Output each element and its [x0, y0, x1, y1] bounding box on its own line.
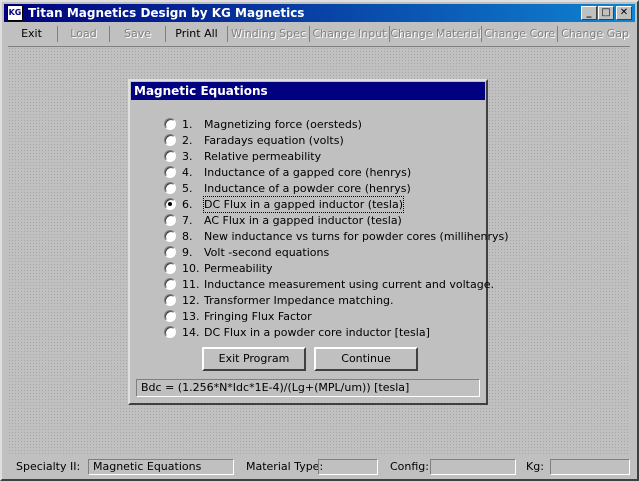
menu-save[interactable]: Save: [110, 26, 166, 42]
kg-label: Kg:: [526, 460, 544, 473]
option-number: 8.: [182, 230, 193, 243]
option-label: Faradays equation (volts): [204, 134, 344, 147]
magnetic-equations-dialog: Magnetic Equations 1. Magnetizing force …: [128, 79, 509, 405]
option-number: 4.: [182, 166, 193, 179]
material-type-field: [318, 459, 378, 475]
option-label: Permeability: [204, 262, 273, 275]
config-label: Config:: [390, 460, 429, 473]
minimize-button[interactable]: _: [581, 6, 597, 20]
radio-button-selected[interactable]: [164, 198, 176, 210]
option-number: 6.: [182, 198, 193, 211]
specialty-field: Magnetic Equations: [88, 459, 234, 475]
radio-button[interactable]: [164, 166, 176, 178]
option-5[interactable]: 5. Inductance of a powder core (henrys): [164, 181, 474, 196]
option-label: DC Flux in a powder core inductor [tesla…: [204, 326, 430, 339]
option-number: 2.: [182, 134, 193, 147]
title-bar[interactable]: KG Titan Magnetics Design by KG Magnetic…: [4, 4, 635, 22]
option-6[interactable]: 6. DC Flux in a gapped inductor (tesla): [164, 196, 474, 213]
specialty-label: Specialty II:: [16, 460, 81, 473]
radio-button[interactable]: [164, 150, 176, 162]
radio-button[interactable]: [164, 294, 176, 306]
option-8[interactable]: 8. New inductance vs turns for powder co…: [164, 229, 509, 244]
option-label: Relative permeability: [204, 150, 322, 163]
option-number: 7.: [182, 214, 193, 227]
app-icon[interactable]: KG: [7, 5, 23, 21]
option-label: Volt -second equations: [204, 246, 330, 259]
menu-bar: Exit Load Save Print All Winding Spec Ch…: [4, 24, 635, 44]
option-label: Magnetizing force (oersteds): [204, 118, 362, 131]
option-number: 12.: [182, 294, 200, 307]
option-number: 1.: [182, 118, 193, 131]
menu-change-input[interactable]: Change Input: [310, 26, 390, 42]
option-label: DC Flux in a gapped inductor (tesla): [203, 196, 404, 213]
menu-exit[interactable]: Exit: [6, 26, 58, 42]
config-field: [430, 459, 516, 475]
option-label: Inductance of a powder core (henrys): [204, 182, 411, 195]
option-1[interactable]: 1. Magnetizing force (oersteds): [164, 117, 474, 132]
radio-button[interactable]: [164, 134, 176, 146]
option-label: New inductance vs turns for powder cores…: [204, 230, 509, 243]
option-4[interactable]: 4. Inductance of a gapped core (henrys): [164, 165, 474, 180]
option-13[interactable]: 13. Fringing Flux Factor: [164, 309, 474, 324]
radio-button[interactable]: [164, 246, 176, 258]
radio-button[interactable]: [164, 278, 176, 290]
option-number: 9.: [182, 246, 193, 259]
dialog-title: Magnetic Equations: [131, 82, 485, 100]
option-label: Transformer Impedance matching.: [204, 294, 394, 307]
option-7[interactable]: 7. AC Flux in a gapped inductor (tesla): [164, 213, 474, 228]
window-title: Titan Magnetics Design by KG Magnetics: [28, 6, 305, 20]
radio-button[interactable]: [164, 262, 176, 274]
menu-change-core[interactable]: Change Core: [482, 26, 558, 42]
kg-field: [550, 459, 630, 475]
option-number: 5.: [182, 182, 193, 195]
radio-button[interactable]: [164, 326, 176, 338]
radio-button[interactable]: [164, 182, 176, 194]
close-button[interactable]: ✕: [616, 6, 632, 20]
option-label: AC Flux in a gapped inductor (tesla): [204, 214, 402, 227]
option-number: 11.: [182, 278, 200, 291]
option-2[interactable]: 2. Faradays equation (volts): [164, 133, 474, 148]
option-12[interactable]: 12. Transformer Impedance matching.: [164, 293, 474, 308]
exit-program-button[interactable]: Exit Program: [202, 347, 306, 371]
menu-winding-spec[interactable]: Winding Spec: [228, 26, 310, 42]
continue-button[interactable]: Continue: [314, 347, 418, 371]
option-10[interactable]: 10. Permeability: [164, 261, 474, 276]
material-type-label: Material Type:: [246, 460, 324, 473]
equation-display: Bdc = (1.256*N*Idc*1E-4)/(Lg+(MPL/um)) […: [136, 379, 480, 397]
status-bar: Specialty II: Magnetic Equations Materia…: [4, 457, 635, 477]
maximize-button[interactable]: □: [598, 6, 614, 20]
option-label: Fringing Flux Factor: [204, 310, 312, 323]
menu-print-all[interactable]: Print All: [166, 26, 228, 42]
option-3[interactable]: 3. Relative permeability: [164, 149, 474, 164]
option-number: 14.: [182, 326, 200, 339]
radio-button[interactable]: [164, 214, 176, 226]
option-14[interactable]: 14. DC Flux in a powder core inductor [t…: [164, 325, 474, 340]
option-label: Inductance measurement using current and…: [204, 278, 494, 291]
option-label: Inductance of a gapped core (henrys): [204, 166, 412, 179]
option-number: 13.: [182, 310, 200, 323]
radio-button[interactable]: [164, 310, 176, 322]
menu-change-material[interactable]: Change Material: [390, 26, 482, 42]
option-9[interactable]: 9. Volt -second equations: [164, 245, 474, 260]
main-window: KG Titan Magnetics Design by KG Magnetic…: [0, 0, 639, 481]
menu-load[interactable]: Load: [58, 26, 110, 42]
radio-button[interactable]: [164, 230, 176, 242]
option-number: 3.: [182, 150, 193, 163]
radio-button[interactable]: [164, 118, 176, 130]
menu-change-gap[interactable]: Change Gap: [558, 26, 632, 42]
option-11[interactable]: 11. Inductance measurement using current…: [164, 277, 494, 292]
option-number: 10.: [182, 262, 200, 275]
